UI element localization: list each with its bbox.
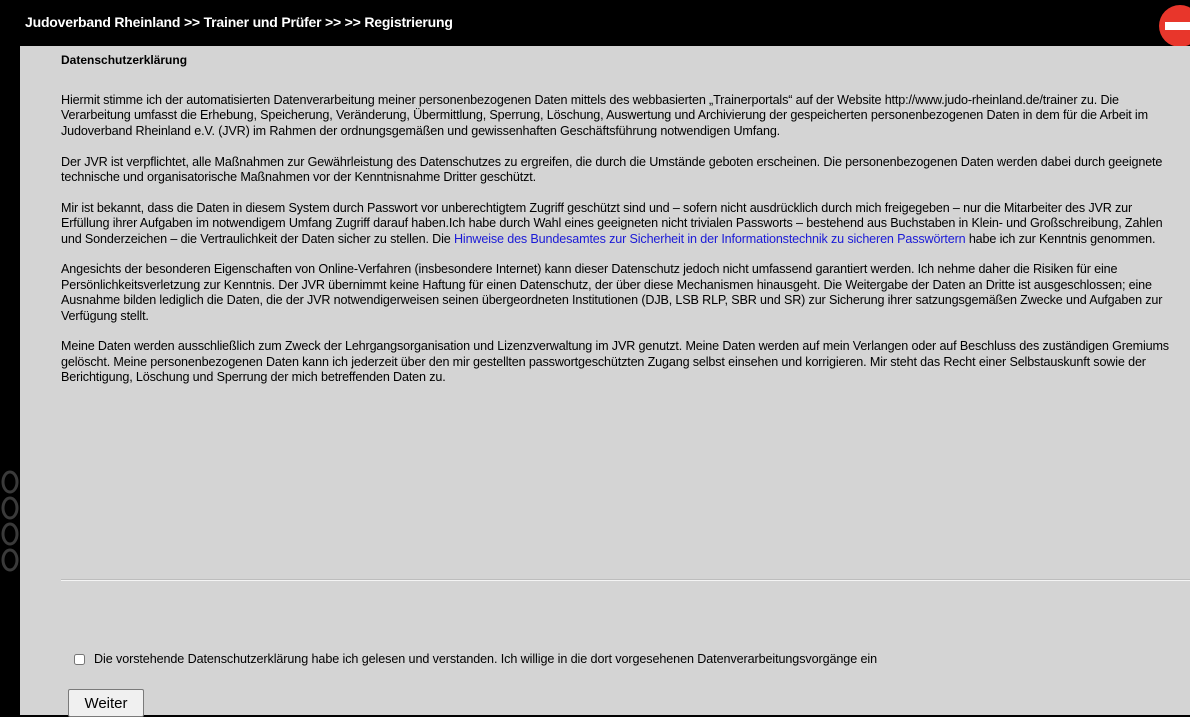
section-title: Datenschutzerklärung <box>61 53 188 67</box>
consent-row[interactable]: Die vorstehende Datenschutzerklärung hab… <box>74 652 877 666</box>
privacy-panel: Datenschutzerklärung Hiermit stimme ich … <box>20 46 1190 717</box>
privacy-paragraph-1: Hiermit stimme ich der automatisierten D… <box>61 93 1148 138</box>
paragraph-3-text-end: habe ich zur Kenntnis genommen. <box>965 231 1156 246</box>
password-guidelines-link[interactable]: Hinweise des Bundesamtes zur Sicherheit … <box>454 232 966 246</box>
breadcrumb: Judoverband Rheinland >> Trainer und Prü… <box>25 14 453 30</box>
decorative-chain-icon <box>1 470 19 572</box>
divider <box>61 579 1190 581</box>
privacy-paragraph-2: Der JVR ist verpflichtet, alle Maßnahmen… <box>61 154 1163 185</box>
stop-icon[interactable] <box>1159 5 1190 47</box>
privacy-paragraph-3: Mir ist bekannt, dass die Daten in diese… <box>61 201 1183 247</box>
privacy-paragraph-4: Angesichts der besonderen Eigenschaften … <box>61 262 1163 323</box>
privacy-text: Hiermit stimme ich der automatisierten D… <box>61 93 1183 401</box>
consent-checkbox[interactable] <box>74 653 85 665</box>
privacy-paragraph-5: Meine Daten werden ausschließlich zum Zw… <box>61 339 1169 385</box>
next-button[interactable]: Weiter <box>68 689 144 717</box>
page-header: Judoverband Rheinland >> Trainer und Prü… <box>0 0 1190 47</box>
consent-label[interactable]: Die vorstehende Datenschutzerklärung hab… <box>94 652 877 666</box>
